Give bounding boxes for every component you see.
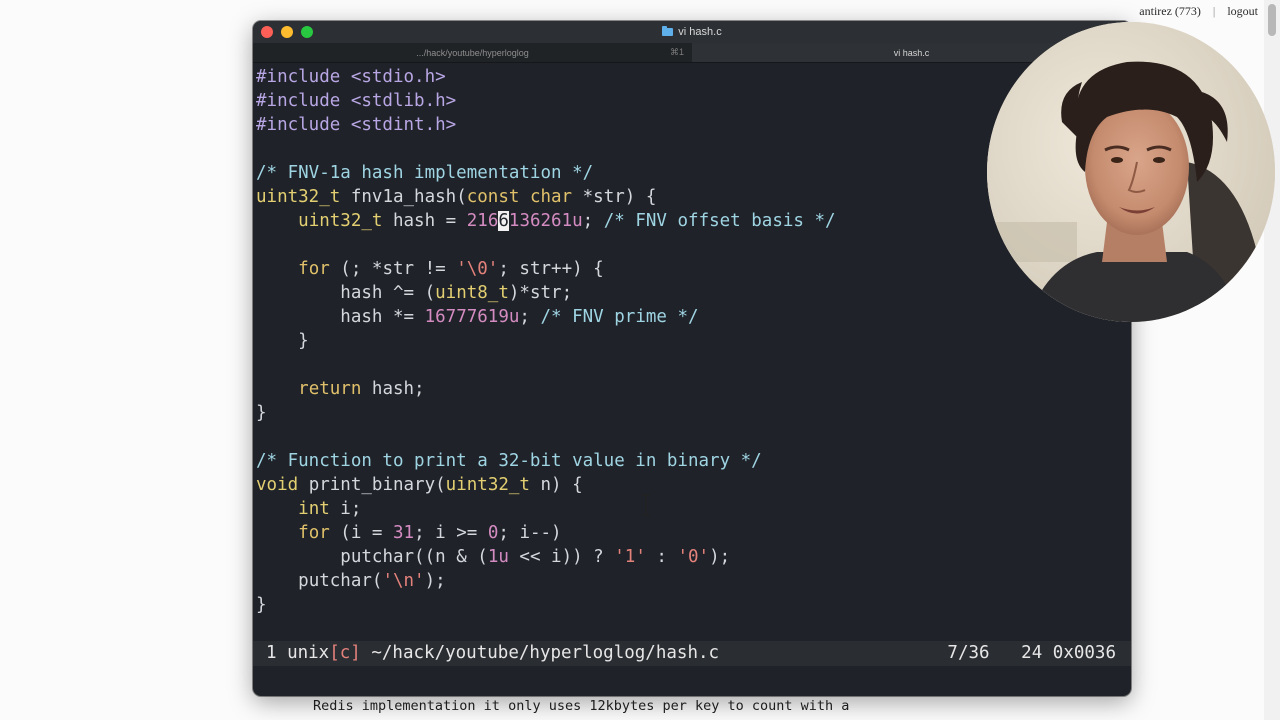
close-button[interactable] xyxy=(261,26,273,38)
cursor-position: 7/36 xyxy=(947,643,990,663)
statusline-right: 7/36 24 0x0036 xyxy=(947,641,1116,666)
webcam-overlay xyxy=(987,22,1275,322)
tab-label: .../hack/youtube/hyperloglog xyxy=(416,47,529,58)
code-line: } xyxy=(298,331,309,351)
vim-statusline: 1 unix[c] ~/hack/youtube/hyperloglog/has… xyxy=(253,641,1131,666)
code-line: } xyxy=(256,595,267,615)
column-info: 24 0x0036 xyxy=(1021,643,1116,663)
ibeam-cursor-icon xyxy=(642,494,650,516)
window-title: vi hash.c xyxy=(662,26,722,38)
terminal-titlebar[interactable]: vi hash.c xyxy=(253,21,1131,43)
code-line: int i; xyxy=(298,499,362,519)
code-line: void print_binary(uint32_t n) { xyxy=(256,475,583,495)
statusline-left: 1 unix[c] ~/hack/youtube/hyperloglog/has… xyxy=(266,641,719,666)
code-line: } xyxy=(256,403,267,423)
header-separator: | xyxy=(1212,4,1216,18)
screen: antirez (773) | logout Redis implementat… xyxy=(0,0,1280,720)
presenter-video xyxy=(987,22,1275,322)
logout-link[interactable]: logout xyxy=(1227,4,1258,19)
code-line: /* Function to print a 32-bit value in b… xyxy=(256,451,762,471)
text-cursor: 6 xyxy=(498,211,509,231)
page-scrollbar[interactable] xyxy=(1264,0,1280,720)
window-title-text: vi hash.c xyxy=(678,26,722,38)
code-line: putchar('\n'); xyxy=(298,571,446,591)
buffer-info: 1 unix xyxy=(266,643,330,663)
code-line: putchar((n & (1u << i)) ? '1' : '0'); xyxy=(340,547,731,567)
site-header: antirez (773) | logout xyxy=(1139,4,1258,19)
page-scrollbar-thumb[interactable] xyxy=(1268,4,1276,36)
folder-icon xyxy=(662,26,674,36)
tab-hyperloglog[interactable]: .../hack/youtube/hyperloglog ⌘1 xyxy=(253,43,692,62)
tab-label: vi hash.c xyxy=(893,47,930,58)
code-line: for (i = 31; i >= 0; i--) xyxy=(298,523,562,543)
window-controls xyxy=(261,26,313,38)
code-line: hash *= 16777619u; /* FNV prime */ xyxy=(340,307,699,327)
minimize-button[interactable] xyxy=(281,26,293,38)
background-page-text: Redis implementation it only uses 12kbyt… xyxy=(313,698,850,714)
filetype: [c] xyxy=(329,643,361,663)
code-line: #include <stdio.h> xyxy=(256,67,446,87)
code-line: for (; *str != '\0'; str++) { xyxy=(298,259,604,279)
zoom-button[interactable] xyxy=(301,26,313,38)
code-line: hash ^= (uint8_t)*str; xyxy=(340,283,573,303)
terminal-tabbar: .../hack/youtube/hyperloglog ⌘1 vi hash.… xyxy=(253,43,1131,63)
file-path: ~/hack/youtube/hyperloglog/hash.c xyxy=(360,643,720,663)
user-link[interactable]: antirez (773) xyxy=(1139,4,1201,19)
tab-shortcut: ⌘1 xyxy=(669,47,684,57)
code-line: return hash; xyxy=(298,379,425,399)
